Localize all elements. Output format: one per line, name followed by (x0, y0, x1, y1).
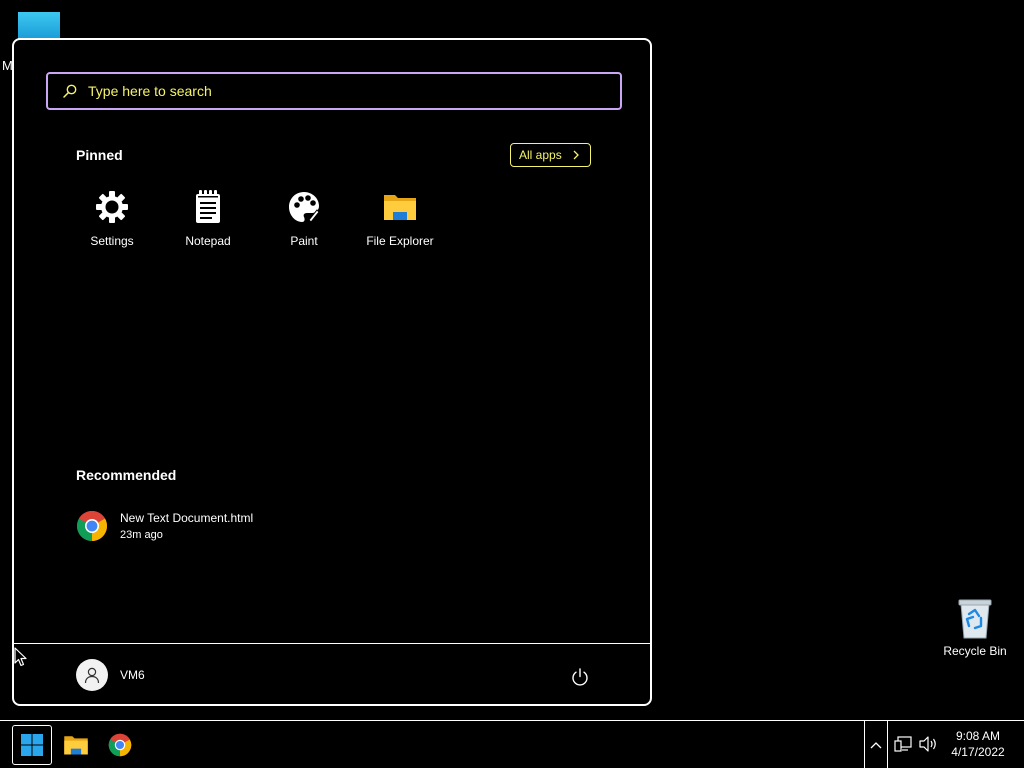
system-clock[interactable]: 9:08 AM 4/17/2022 (944, 728, 1012, 760)
recommended-item[interactable]: New Text Document.html 23m ago (76, 510, 253, 542)
start-button[interactable] (12, 725, 52, 765)
clock-date: 4/17/2022 (951, 745, 1005, 759)
search-box[interactable]: Type here to search (46, 72, 622, 110)
power-icon (572, 668, 588, 686)
chevron-up-icon (870, 741, 882, 748)
pinned-app-notepad[interactable]: Notepad (160, 190, 256, 248)
all-apps-button[interactable]: All apps (510, 143, 591, 167)
windows-logo-icon (21, 734, 43, 756)
pinned-app-label: Paint (290, 234, 318, 248)
mouse-cursor-icon (14, 647, 27, 667)
user-icon (84, 667, 100, 684)
network-button[interactable] (894, 735, 912, 758)
palette-icon (289, 192, 320, 223)
pinned-title: Pinned (76, 147, 123, 163)
pinned-apps-grid: Settings Notepad Paint File Explorer (64, 190, 448, 248)
folder-icon (64, 736, 88, 755)
search-icon (63, 84, 77, 98)
pinned-app-label: File Explorer (366, 234, 434, 248)
show-hidden-icons-button[interactable] (864, 721, 888, 768)
chevron-right-icon (573, 150, 579, 160)
volume-button[interactable] (918, 735, 938, 758)
pinned-app-label: Settings (90, 234, 134, 248)
all-apps-label: All apps (519, 148, 562, 162)
recycle-bin-label: Recycle Bin (943, 644, 1007, 658)
pinned-app-label: Notepad (185, 234, 231, 248)
search-input[interactable]: Type here to search (88, 83, 212, 99)
chrome-icon (108, 733, 132, 757)
network-icon (894, 736, 912, 752)
recommended-item-name: New Text Document.html (120, 511, 254, 525)
taskbar-file-explorer[interactable] (56, 725, 96, 765)
taskbar-chrome[interactable] (100, 725, 140, 765)
desktop-icon-partial[interactable] (18, 12, 60, 40)
user-name: VM6 (120, 668, 145, 682)
clock-time: 9:08 AM (955, 729, 1001, 743)
pinned-app-paint[interactable]: Paint (256, 190, 352, 248)
footer-divider (14, 643, 650, 644)
pinned-app-file-explorer[interactable]: File Explorer (352, 190, 448, 248)
folder-icon (384, 195, 416, 220)
recycle-bin-icon (958, 599, 992, 639)
notepad-icon (196, 190, 220, 223)
taskbar: 9:08 AM 4/17/2022 (0, 720, 1024, 768)
avatar (76, 659, 108, 691)
power-button[interactable] (570, 667, 590, 687)
recommended-title: Recommended (76, 467, 177, 483)
gear-icon (96, 191, 128, 223)
volume-icon (919, 736, 936, 752)
chrome-icon (76, 510, 108, 541)
start-menu: Type here to search Pinned All apps Sett… (12, 38, 652, 706)
recommended-item-time: 23m ago (120, 529, 163, 541)
recycle-bin[interactable]: Recycle Bin (940, 596, 1010, 658)
pinned-app-settings[interactable]: Settings (64, 190, 160, 248)
user-account-button[interactable]: VM6 (76, 659, 145, 691)
